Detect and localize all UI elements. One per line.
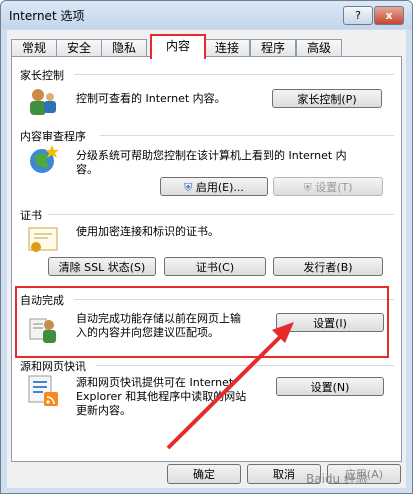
- content-tab-panel: 家长控制 控制可查看的 Internet 内容。 家长控制(P) 内容审查程序 …: [11, 56, 402, 462]
- parental-controls-icon: [30, 89, 56, 115]
- window-title: Internet 选项: [9, 9, 85, 23]
- certificates-desc: 使用加密连接和标识的证书。: [76, 225, 219, 238]
- tab-privacy[interactable]: 隐私: [101, 39, 147, 57]
- content-advisor-desc-1: 分级系统可帮助您控制在该计算机上看到的 Internet 内: [76, 149, 347, 162]
- feeds-icon: [28, 375, 58, 406]
- watermark: Baidu 经验: [306, 472, 368, 486]
- certificates-button[interactable]: 证书(C): [164, 257, 266, 276]
- feeds-heading: 源和网页快讯: [20, 360, 86, 373]
- feeds-desc-2: Explorer 和其他程序中读取的网站: [76, 390, 247, 403]
- tab-advanced[interactable]: 高级: [296, 39, 342, 57]
- content-advisor-desc-2: 容。: [76, 163, 98, 176]
- tab-connections[interactable]: 连接: [204, 39, 250, 57]
- help-button[interactable]: ?: [343, 6, 373, 25]
- ok-button[interactable]: 确定: [167, 464, 241, 484]
- internet-options-window: Internet 选项 ? x 常规 安全 隐私 内容 连接 程序 高级 家长控…: [0, 0, 413, 494]
- tab-programs[interactable]: 程序: [250, 39, 296, 57]
- uac-shield-icon: ⛨: [303, 181, 312, 194]
- enable-label: 启用(E)...: [195, 181, 244, 194]
- settings-label: 设置(T): [315, 181, 353, 194]
- divider: [48, 214, 394, 215]
- uac-shield-icon: ⛨: [184, 181, 193, 194]
- tab-security[interactable]: 安全: [56, 39, 102, 57]
- parental-controls-heading: 家长控制: [20, 69, 64, 82]
- certificate-icon: [28, 227, 58, 252]
- divider: [100, 135, 394, 136]
- content-advisor-enable-button[interactable]: ⛨ 启用(E)...: [160, 177, 268, 196]
- tab-general[interactable]: 常规: [11, 39, 57, 57]
- divider: [96, 365, 394, 366]
- clear-ssl-state-button[interactable]: 清除 SSL 状态(S): [48, 257, 156, 276]
- tab-content[interactable]: 内容: [150, 34, 206, 59]
- content-advisor-heading: 内容审查程序: [20, 130, 86, 143]
- feeds-desc-1: 源和网页快讯提供可在 Internet: [76, 376, 234, 389]
- feeds-desc-3: 更新内容。: [76, 404, 131, 417]
- dialog-body: 常规 安全 隐私 内容 连接 程序 高级 家长控制 控制可查看的 Interne…: [7, 30, 406, 488]
- parental-controls-button[interactable]: 家长控制(P): [272, 89, 382, 108]
- publishers-button[interactable]: 发行者(B): [273, 257, 383, 276]
- content-advisor-icon: [30, 145, 59, 173]
- close-button[interactable]: x: [374, 6, 404, 25]
- content-advisor-settings-button[interactable]: ⛨ 设置(T): [273, 177, 383, 196]
- autocomplete-highlight-box: [15, 286, 389, 358]
- divider: [74, 74, 394, 75]
- title-bar[interactable]: Internet 选项 ? x: [1, 1, 412, 29]
- feeds-settings-button[interactable]: 设置(N): [276, 377, 384, 396]
- certificates-heading: 证书: [20, 209, 42, 222]
- parental-controls-desc: 控制可查看的 Internet 内容。: [76, 92, 226, 105]
